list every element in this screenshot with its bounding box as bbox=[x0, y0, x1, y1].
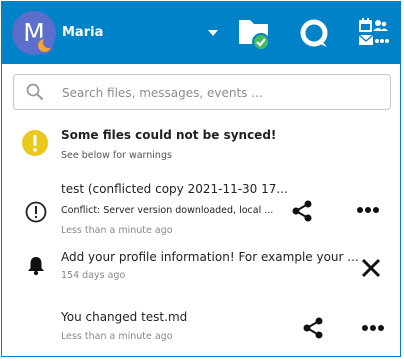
apps-icon bbox=[358, 18, 389, 45]
activity-title: You changed test.md bbox=[61, 310, 188, 324]
header-bar: M Maria bbox=[2, 1, 400, 64]
activity-time: Less than a minute ago bbox=[61, 331, 173, 342]
talk-icon bbox=[300, 19, 328, 47]
info-icon bbox=[25, 201, 47, 223]
away-status-icon bbox=[36, 37, 54, 54]
user-name[interactable]: Maria bbox=[62, 25, 103, 40]
activity-item[interactable]: Add your profile information! For exampl… bbox=[2, 247, 400, 291]
more-button[interactable] bbox=[356, 205, 380, 215]
activity-time: 154 days ago bbox=[61, 270, 126, 281]
chevron-down-icon[interactable] bbox=[208, 30, 218, 36]
search-icon bbox=[26, 83, 44, 101]
activity-detail: Conflict: Server version downloaded, loc… bbox=[61, 205, 274, 216]
share-button[interactable] bbox=[301, 316, 325, 340]
activity-item[interactable]: test (conflicted copy 2021-11-30 17... C… bbox=[2, 177, 400, 241]
search-box[interactable] bbox=[13, 74, 391, 110]
warning-title: Some files could not be synced! bbox=[61, 128, 277, 142]
bell-icon bbox=[28, 257, 44, 276]
activity-title: Add your profile information! For exampl… bbox=[61, 250, 359, 264]
search-input[interactable] bbox=[60, 81, 384, 105]
apps-button[interactable] bbox=[356, 15, 390, 51]
share-button[interactable] bbox=[290, 199, 314, 223]
activity-window: M Maria Search files, messages, events .… bbox=[1, 1, 401, 357]
activity-item[interactable]: You changed test.md Less than a minute a… bbox=[2, 307, 400, 351]
warning-icon bbox=[22, 130, 48, 156]
talk-button[interactable] bbox=[298, 15, 330, 51]
sync-warning: Some files could not be synced! See belo… bbox=[2, 123, 400, 167]
more-button[interactable] bbox=[361, 323, 385, 333]
dismiss-button[interactable] bbox=[361, 258, 381, 278]
activity-title: test (conflicted copy 2021-11-30 17... bbox=[61, 182, 288, 196]
files-button[interactable] bbox=[238, 15, 272, 51]
warning-subtitle: See below for warnings bbox=[61, 150, 172, 161]
files-icon bbox=[239, 20, 270, 51]
activity-time: Less than a minute ago bbox=[61, 225, 173, 236]
